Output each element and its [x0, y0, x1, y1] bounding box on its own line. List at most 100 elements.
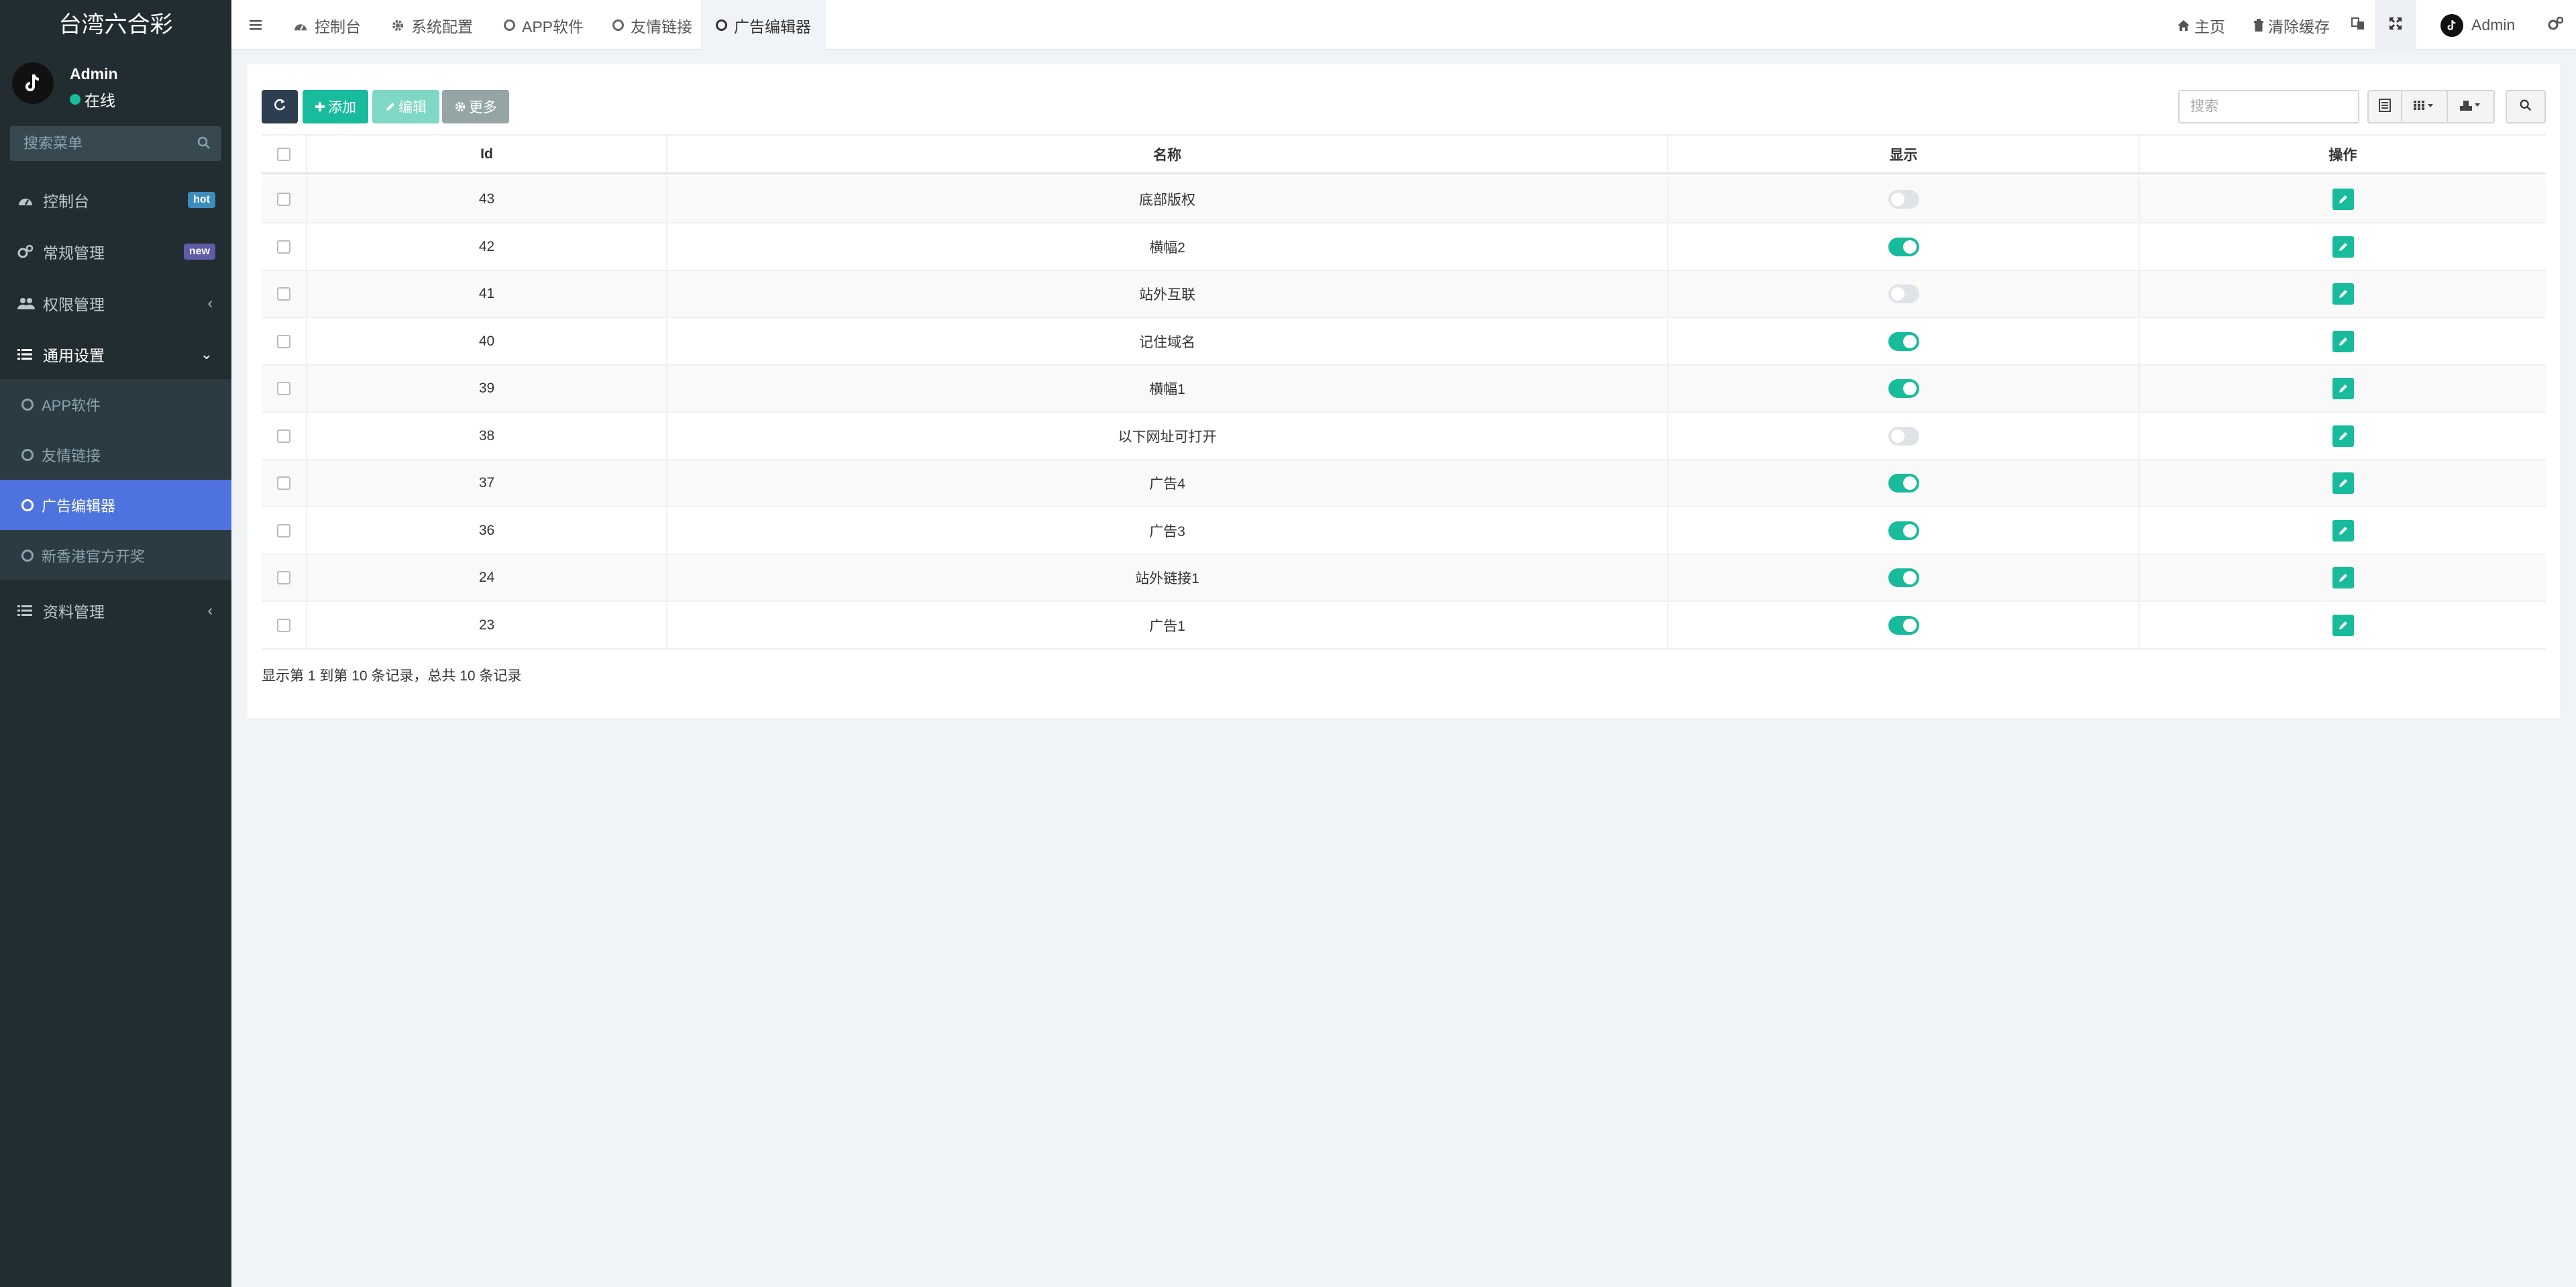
settings-button[interactable] — [2542, 0, 2569, 50]
row-edit-button[interactable] — [2332, 567, 2354, 588]
row-edit-button[interactable] — [2332, 189, 2354, 210]
row-edit-button[interactable] — [2332, 330, 2354, 352]
row-show-cell — [1668, 366, 2140, 411]
row-checkbox[interactable] — [277, 382, 290, 395]
edit-button[interactable]: 编辑 — [372, 90, 439, 123]
show-toggle[interactable] — [1888, 190, 1919, 209]
row-name: 站外互联 — [667, 271, 1668, 317]
home-link[interactable]: 主页 — [2177, 0, 2225, 50]
row-id: 37 — [307, 460, 667, 506]
show-toggle[interactable] — [1888, 521, 1919, 540]
row-checkbox[interactable] — [277, 240, 290, 254]
search-input[interactable] — [2180, 91, 2358, 122]
row-edit-button[interactable] — [2332, 472, 2354, 494]
tab-friend-links[interactable]: 友情链接 — [598, 0, 707, 50]
sidebar-search-input[interactable] — [10, 126, 184, 161]
row-name: 广告3 — [667, 507, 1668, 554]
row-action-cell — [2140, 271, 2546, 317]
list-icon — [17, 605, 38, 617]
row-name: 横幅2 — [667, 223, 1668, 270]
row-edit-button[interactable] — [2332, 378, 2354, 399]
column-header-show[interactable]: 显示 — [1668, 136, 2140, 172]
row-checkbox[interactable] — [277, 476, 290, 490]
list-icon — [17, 348, 38, 360]
row-checkbox[interactable] — [277, 571, 290, 584]
tab-ad-editor[interactable]: 广告编辑器 — [701, 0, 826, 50]
row-edit-button[interactable] — [2332, 236, 2354, 258]
row-checkbox[interactable] — [277, 287, 290, 301]
show-toggle[interactable] — [1888, 568, 1919, 587]
pagination-info: 显示第 1 到第 10 条记录，总共 10 条记录 — [262, 668, 522, 684]
row-edit-button[interactable] — [2332, 283, 2354, 305]
hot-badge: hot — [188, 192, 215, 208]
row-edit-button[interactable] — [2332, 614, 2354, 636]
table-search — [2178, 90, 2359, 123]
column-header-name[interactable]: 名称 — [667, 136, 1668, 172]
circle-icon — [21, 549, 34, 562]
circle-icon — [612, 19, 624, 31]
row-checkbox[interactable] — [277, 193, 290, 206]
row-edit-button[interactable] — [2332, 519, 2354, 542]
advanced-search-button[interactable] — [2506, 90, 2546, 123]
pencil-icon — [2339, 384, 2347, 393]
toggle-view-button[interactable] — [2367, 90, 2402, 123]
row-name: 广告4 — [667, 460, 1668, 506]
expand-icon — [2388, 16, 2403, 35]
row-edit-button[interactable] — [2332, 425, 2354, 447]
clear-cache-button[interactable]: 清除缓存 — [2253, 0, 2330, 50]
language-button[interactable] — [2345, 0, 2371, 50]
add-button[interactable]: 添加 — [303, 90, 368, 123]
table-row: 41 站外互联 — [262, 271, 2546, 318]
app-logo[interactable]: 台湾六合彩 — [0, 0, 231, 50]
hamburger-menu-icon[interactable] — [246, 15, 266, 38]
toggle-knob — [1902, 476, 1917, 490]
sidebar-item-hk-lottery[interactable]: 新香港官方开奖 — [0, 530, 231, 580]
show-toggle[interactable] — [1888, 285, 1919, 303]
sidebar-item-general[interactable]: 常规管理 new — [0, 226, 231, 277]
show-toggle[interactable] — [1888, 237, 1919, 256]
user-menu[interactable]: Admin — [2440, 0, 2515, 50]
table-row: 43 底部版权 — [262, 176, 2546, 223]
tab-app-software[interactable]: APP软件 — [489, 0, 598, 50]
row-action-cell — [2140, 319, 2546, 364]
tab-system-config[interactable]: 系统配置 — [376, 0, 488, 50]
show-toggle[interactable] — [1888, 474, 1919, 493]
row-id: 41 — [307, 271, 667, 317]
toggle-knob — [1902, 571, 1917, 584]
table-row: 23 广告1 — [262, 602, 2546, 650]
select-all-checkbox[interactable] — [277, 147, 290, 161]
show-toggle[interactable] — [1888, 615, 1919, 635]
row-checkbox[interactable] — [277, 618, 290, 632]
columns-button[interactable] — [2401, 90, 2448, 123]
tiktok-icon — [2447, 19, 2456, 30]
sidebar-item-friend-links[interactable]: 友情链接 — [0, 429, 231, 480]
refresh-button[interactable] — [262, 90, 298, 123]
column-header-id[interactable]: Id — [307, 136, 667, 172]
sidebar-item-permissions[interactable]: 权限管理 ‹ — [0, 278, 231, 329]
row-checkbox[interactable] — [277, 429, 290, 443]
sidebar-item-label: 广告编辑器 — [42, 497, 116, 515]
fullscreen-button[interactable] — [2375, 0, 2416, 50]
sidebar-item-common-settings[interactable]: 通用设置 ⌄ — [0, 329, 231, 380]
row-checkbox[interactable] — [277, 523, 290, 537]
tab-dashboard[interactable]: 控制台 — [278, 0, 376, 50]
sidebar-item-label: 控制台 — [43, 193, 89, 210]
more-button[interactable]: 更多 — [442, 90, 509, 123]
sidebar-item-ad-editor[interactable]: 广告编辑器 — [0, 480, 231, 530]
show-toggle[interactable] — [1888, 379, 1919, 398]
row-name: 横幅1 — [667, 366, 1668, 411]
show-toggle[interactable] — [1888, 331, 1919, 351]
user-panel: Admin 在线 — [0, 50, 231, 124]
gears-icon — [2548, 16, 2564, 35]
sidebar-item-app-software[interactable]: APP软件 — [0, 379, 231, 429]
export-button[interactable] — [2447, 90, 2495, 123]
row-select-cell — [262, 555, 307, 601]
sidebar-item-data-management[interactable]: 资料管理 ‹ — [0, 585, 231, 636]
row-action-cell — [2140, 508, 2546, 554]
sidebar-item-label: 通用设置 — [43, 347, 105, 364]
row-checkbox[interactable] — [277, 334, 290, 348]
row-show-cell — [1668, 271, 2140, 317]
show-toggle[interactable] — [1888, 426, 1919, 446]
search-icon[interactable] — [196, 135, 212, 154]
sidebar-item-dashboard[interactable]: 控制台 hot — [0, 174, 231, 225]
